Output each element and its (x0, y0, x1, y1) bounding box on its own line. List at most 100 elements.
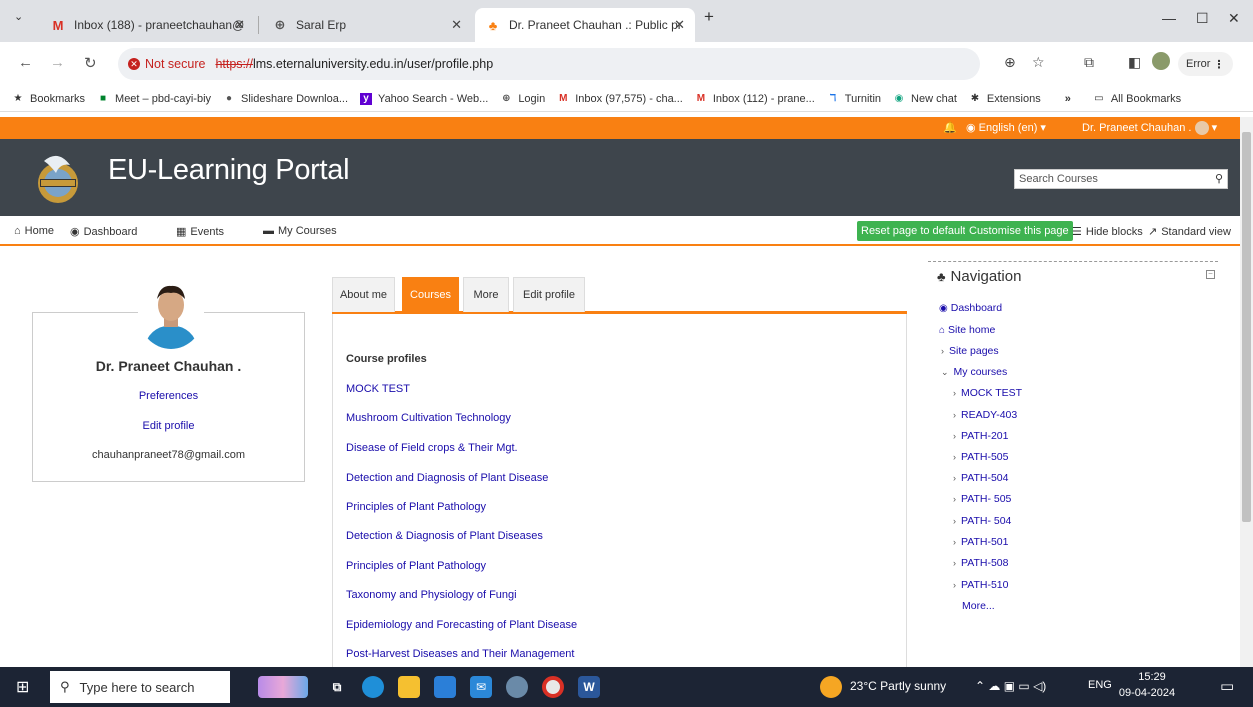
file-explorer-icon[interactable] (398, 676, 420, 698)
close-icon[interactable]: ✕ (234, 17, 245, 33)
taskbar-search-input[interactable]: ⚲ Type here to search (50, 671, 230, 703)
bookmark-item[interactable]: ★ Bookmarks (12, 93, 86, 105)
profile-avatar-icon[interactable] (1152, 52, 1170, 70)
close-icon[interactable]: ✕ (451, 17, 462, 33)
nav-course[interactable]: › PATH-510 (953, 579, 1008, 591)
edge-icon[interactable] (362, 676, 384, 698)
tab-courses[interactable]: Courses (402, 277, 459, 312)
nav-course[interactable]: › READY-403 (953, 409, 1017, 421)
tab-search-icon[interactable]: ⌄ (14, 10, 23, 23)
bookmark-item[interactable]: y Yahoo Search - Web... (360, 92, 488, 105)
scrollbar-thumb[interactable] (1242, 132, 1251, 522)
tab-gmail[interactable]: M Inbox (188) - praneetchauhan@ ✕ (40, 8, 255, 42)
close-icon[interactable]: ✕ (674, 17, 685, 33)
bell-icon[interactable]: 🔔 (943, 121, 957, 134)
profile-avatar[interactable] (138, 277, 204, 349)
edit-profile-link[interactable]: Edit profile (32, 420, 305, 432)
course-link[interactable]: MOCK TEST (346, 383, 410, 395)
bookmark-item[interactable]: ⊕ Login (500, 93, 545, 105)
bookmark-item[interactable]: ✱ Extensions (969, 93, 1041, 105)
university-logo[interactable] (30, 151, 86, 207)
course-link[interactable]: Post-Harvest Diseases and Their Manageme… (346, 648, 574, 660)
bookmark-item[interactable]: ◉ New chat (893, 93, 957, 105)
menu-item-home[interactable]: ⌂ Home (14, 225, 54, 237)
language-menu[interactable]: ◉ English (en) ▾ (966, 121, 1046, 134)
bookmark-item[interactable]: ■ Meet – pbd-cayi-biy (97, 93, 211, 105)
unicorn-widget-icon[interactable] (258, 676, 308, 698)
nav-course[interactable]: › PATH-504 (953, 472, 1008, 484)
mail-icon[interactable]: ✉ (470, 676, 492, 698)
nav-site-home[interactable]: ⌂ Site home (939, 324, 995, 336)
forward-icon[interactable]: → (50, 54, 65, 71)
bookmark-item[interactable]: M Inbox (97,575) - cha... (557, 93, 683, 105)
course-link[interactable]: Detection & Diagnosis of Plant Diseases (346, 530, 543, 542)
extensions-icon[interactable]: ⧉ (1084, 54, 1094, 71)
preferences-link[interactable]: Preferences (32, 390, 305, 402)
all-bookmarks-button[interactable]: ▭ All Bookmarks (1093, 93, 1181, 105)
bookmark-item[interactable]: M Inbox (112) - prane... (695, 93, 815, 105)
hide-blocks-button[interactable]: ☰ Hide blocks (1072, 225, 1143, 239)
nav-course[interactable]: › PATH- 504 (953, 515, 1011, 527)
tab-profile-active[interactable]: ♣ Dr. Praneet Chauhan .: Public pr ✕ (475, 8, 695, 42)
side-panel-icon[interactable]: ◧ (1128, 54, 1141, 71)
nav-course[interactable]: › MOCK TEST (953, 387, 1022, 399)
user-menu[interactable]: Dr. Praneet Chauhan . ▾ (1082, 121, 1217, 136)
back-icon[interactable]: ← (18, 54, 33, 71)
error-button[interactable]: Error ⋮ (1178, 52, 1233, 76)
window-close-icon[interactable]: ✕ (1228, 10, 1240, 27)
menu-item-dashboard[interactable]: ◉ Dashboard (70, 225, 137, 239)
course-link[interactable]: Disease of Field crops & Their Mgt. (346, 442, 518, 454)
security-indicator[interactable]: ✕ Not secure (128, 57, 205, 71)
site-title[interactable]: EU-Learning Portal (108, 154, 350, 187)
tab-saral-erp[interactable]: ⊕ Saral Erp ✕ (262, 8, 472, 42)
tab-more[interactable]: More (463, 277, 509, 312)
course-link[interactable]: Detection and Diagnosis of Plant Disease (346, 472, 548, 484)
nav-dashboard[interactable]: ◉ Dashboard (939, 302, 1002, 314)
tray-icons[interactable]: ⌃ ☁ ▣ ▭ ◁) (975, 679, 1046, 693)
profile-email[interactable]: chauhanpraneet78@gmail.com (32, 449, 305, 461)
nav-more-link[interactable]: More... (962, 600, 995, 612)
menu-item-events[interactable]: ▦ Events (176, 225, 224, 239)
course-link[interactable]: Taxonomy and Physiology of Fungi (346, 589, 517, 601)
reset-page-button[interactable]: Reset page to default (857, 221, 970, 241)
input-language[interactable]: ENG (1088, 679, 1112, 691)
nav-course[interactable]: › PATH-201 (953, 430, 1008, 442)
more-bookmarks-button[interactable]: » (1065, 93, 1071, 105)
store-icon[interactable] (434, 676, 456, 698)
collapse-block-icon[interactable]: − (1206, 270, 1215, 279)
nav-course[interactable]: › PATH-505 (953, 451, 1008, 463)
minimize-icon[interactable]: — (1162, 10, 1176, 26)
nav-site-pages[interactable]: › Site pages (941, 345, 999, 357)
chrome-icon[interactable] (542, 676, 564, 698)
weather-icon[interactable] (820, 676, 842, 698)
search-icon[interactable]: ⚲ (1215, 172, 1223, 185)
zoom-icon[interactable]: ⊕ (1004, 54, 1016, 71)
bookmark-item[interactable]: ● Slideshare Downloa... (223, 93, 348, 105)
course-link[interactable]: Epidemiology and Forecasting of Plant Di… (346, 619, 577, 631)
nav-course[interactable]: › PATH- 505 (953, 493, 1011, 505)
search-courses-input[interactable]: Search Courses ⚲ (1014, 169, 1228, 189)
tab-edit-profile[interactable]: Edit profile (513, 277, 585, 312)
nav-course[interactable]: › PATH-508 (953, 557, 1008, 569)
course-link[interactable]: Mushroom Cultivation Technology (346, 412, 511, 424)
weather-text[interactable]: 23°C Partly sunny (850, 679, 946, 693)
course-link[interactable]: Principles of Plant Pathology (346, 560, 486, 572)
standard-view-button[interactable]: ↗ Standard view (1148, 225, 1231, 239)
windows-start-icon[interactable]: ⊞ (16, 677, 29, 697)
course-link[interactable]: Principles of Plant Pathology (346, 501, 486, 513)
maximize-icon[interactable]: ☐ (1196, 10, 1209, 27)
clock-time[interactable]: 15:29 (1127, 671, 1177, 683)
reload-icon[interactable]: ↻ (84, 54, 97, 72)
clock-date[interactable]: 09-04-2024 (1117, 687, 1177, 699)
new-tab-button[interactable]: + (704, 7, 714, 27)
app-icon[interactable] (506, 676, 528, 698)
task-view-icon[interactable]: ⧉ (326, 676, 348, 698)
nav-my-courses[interactable]: ⌄ My courses (941, 366, 1007, 378)
url-bar[interactable]: ✕ Not secure https:// lms.eternalunivers… (118, 48, 980, 80)
menu-item-my-courses[interactable]: ▬ My Courses (263, 225, 337, 237)
nav-course[interactable]: › PATH-501 (953, 536, 1008, 548)
word-icon[interactable]: W (578, 676, 600, 698)
tab-about-me[interactable]: About me (332, 277, 395, 312)
bookmark-item[interactable]: ℸ Turnitin (827, 93, 881, 105)
bookmark-star-icon[interactable]: ☆ (1032, 54, 1045, 71)
